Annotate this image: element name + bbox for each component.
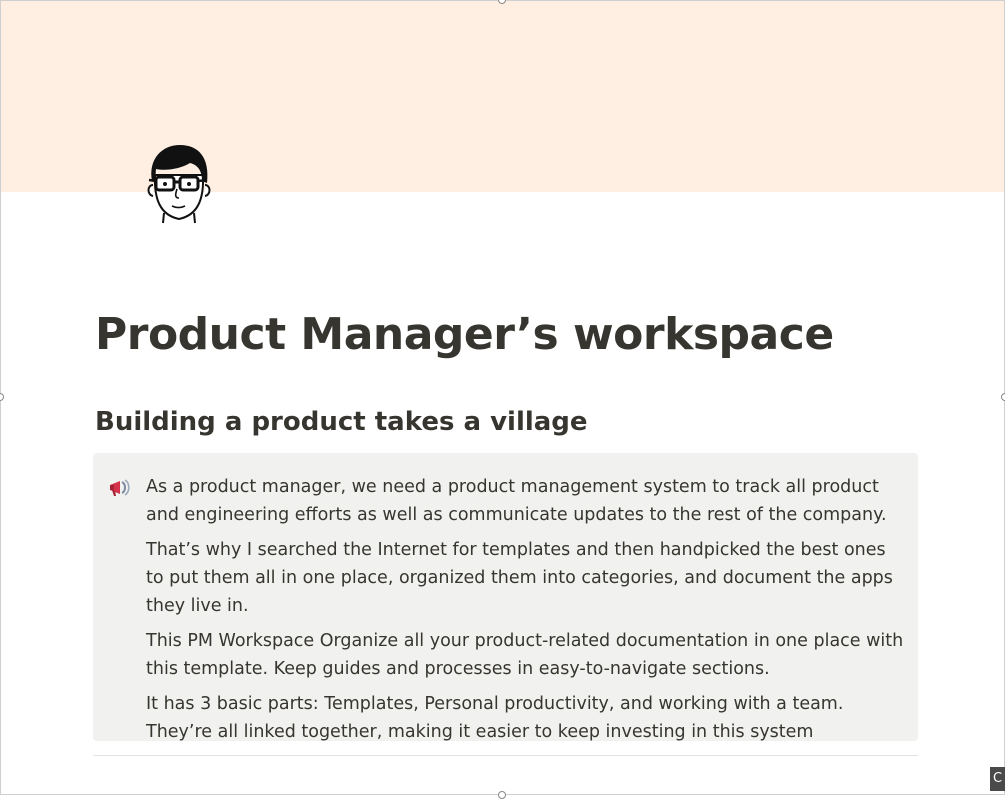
section-heading[interactable]: Building a product takes a village <box>95 407 588 437</box>
page-frame: Product Manager’s workspace Building a p… <box>0 0 1005 795</box>
resize-handle-right[interactable] <box>1001 393 1005 401</box>
callout-paragraph[interactable]: It has 3 basic parts: Templates, Persona… <box>146 690 906 746</box>
callout-paragraph[interactable]: That’s why I searched the Internet for t… <box>146 536 906 620</box>
man-with-glasses-avatar-icon[interactable] <box>144 141 214 225</box>
megaphone-icon[interactable] <box>108 477 132 499</box>
corner-chip[interactable]: C <box>990 767 1005 791</box>
page-title[interactable]: Product Manager’s workspace <box>95 309 834 360</box>
resize-handle-bottom[interactable] <box>498 791 506 799</box>
callout-block[interactable]: As a product manager, we need a product … <box>93 453 918 742</box>
callout-paragraph[interactable]: This PM Workspace Organize all your prod… <box>146 627 906 683</box>
callout-text: As a product manager, we need a product … <box>146 473 906 753</box>
callout-paragraph[interactable]: As a product manager, we need a product … <box>146 473 906 529</box>
divider <box>93 755 918 756</box>
